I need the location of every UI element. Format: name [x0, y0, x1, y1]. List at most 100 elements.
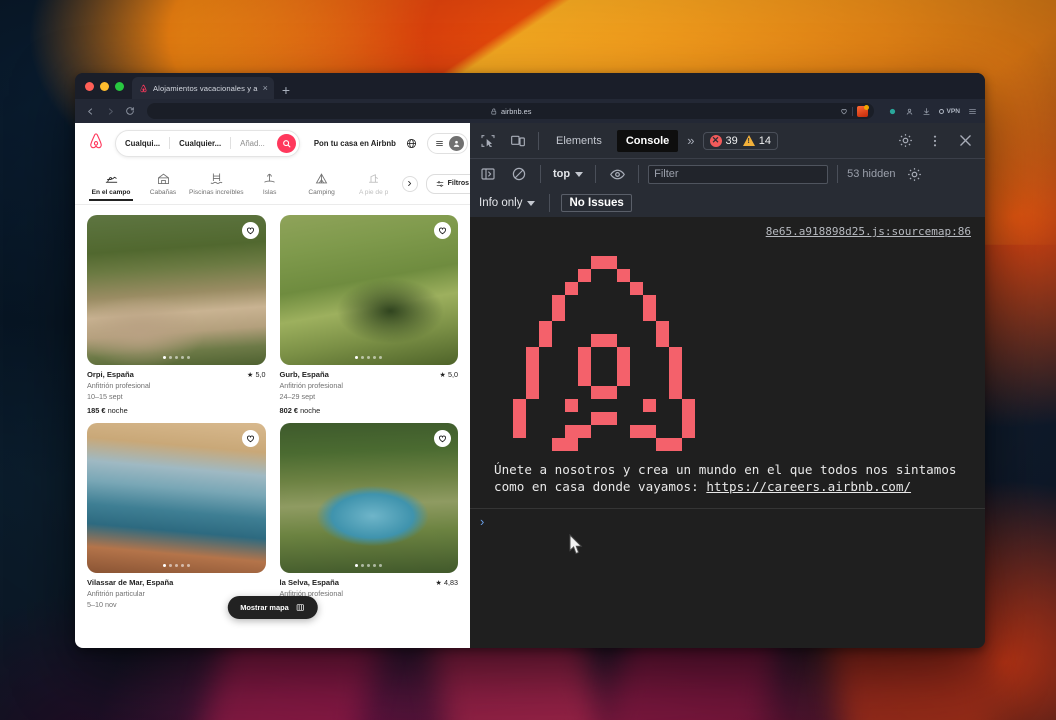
live-expression-icon[interactable] — [605, 162, 629, 186]
listing-photo[interactable] — [87, 215, 266, 365]
favorite-heart-icon[interactable] — [241, 222, 259, 239]
new-tab-button[interactable]: + — [274, 83, 298, 99]
ascii-cell — [682, 425, 695, 438]
listing-card[interactable]: Gurb, España ★ 5,0 Anfitrión profesional… — [279, 215, 459, 415]
ascii-cell — [630, 399, 643, 412]
hamburger-menu-icon — [435, 139, 444, 148]
reload-icon[interactable] — [123, 104, 137, 118]
chevron-down-icon — [527, 200, 536, 206]
close-tab-button[interactable]: × — [263, 83, 268, 93]
back-arrow-icon[interactable] — [83, 104, 97, 118]
category-en-el-campo[interactable]: En el campo — [85, 168, 137, 201]
hamburger-menu-icon[interactable] — [968, 107, 977, 116]
listing-card[interactable]: Orpi, España ★ 5,0 Anfitrión profesional… — [87, 215, 266, 415]
ascii-cell — [591, 243, 604, 256]
favorite-heart-icon[interactable] — [434, 222, 451, 239]
device-toolbar-icon[interactable] — [506, 129, 530, 153]
ascii-cell — [565, 295, 578, 308]
console-filter-box[interactable] — [648, 164, 829, 184]
ascii-cell — [513, 412, 526, 425]
search-who-field[interactable]: Añad... — [231, 139, 274, 148]
ascii-cell — [630, 360, 643, 373]
no-issues-button[interactable]: No Issues — [561, 194, 632, 212]
close-icon[interactable] — [953, 129, 977, 153]
favorite-heart-icon[interactable] — [434, 430, 451, 447]
show-map-button[interactable]: Mostrar mapa — [227, 596, 318, 619]
download-icon[interactable] — [922, 107, 931, 116]
ascii-cell — [617, 399, 630, 412]
sync-icon[interactable] — [888, 107, 897, 116]
close-window-button[interactable] — [85, 81, 94, 91]
careers-link[interactable]: https://careers.airbnb.com/ — [706, 479, 911, 494]
more-tabs-icon[interactable]: » — [684, 133, 696, 148]
ascii-cell — [643, 438, 656, 451]
vpn-indicator[interactable]: VPN — [939, 108, 960, 115]
ascii-cell — [552, 373, 565, 386]
category-label: Camping — [308, 188, 335, 196]
ascii-cell — [591, 308, 604, 321]
issue-counters[interactable]: ✕ 39 14 — [702, 131, 778, 150]
ascii-cell — [591, 256, 604, 269]
error-counter[interactable]: ✕ 39 — [709, 134, 738, 147]
ascii-cell — [604, 360, 617, 373]
listing-photo[interactable] — [87, 423, 266, 573]
globe-icon[interactable] — [406, 138, 417, 149]
minimize-window-button[interactable] — [100, 81, 109, 91]
tab-console[interactable]: Console — [616, 129, 679, 152]
bookmark-icon[interactable] — [840, 107, 848, 115]
ascii-cell — [591, 282, 604, 295]
ascii-cell — [578, 399, 591, 412]
category-cabanas[interactable]: Cabañas — [137, 168, 189, 200]
ascii-cell — [526, 399, 539, 412]
category-piscinas-increibles[interactable]: Piscinas increíbles — [189, 168, 244, 200]
log-level-selector[interactable]: Info only — [476, 197, 538, 209]
maximize-window-button[interactable] — [115, 81, 124, 91]
category-camping[interactable]: Camping — [296, 168, 348, 200]
search-when-field[interactable]: Cualquier... — [170, 139, 230, 148]
account-menu-button[interactable] — [426, 132, 468, 154]
tab-elements[interactable]: Elements — [547, 130, 611, 152]
category-label: En el campo — [91, 188, 131, 196]
brave-shields-icon[interactable] — [857, 104, 870, 117]
console-prompt[interactable]: › — [470, 509, 985, 534]
ascii-row — [500, 269, 695, 282]
ascii-cell — [630, 386, 643, 399]
photo-pagination-dots — [87, 564, 266, 567]
airbnb-search-bar[interactable]: Cualqui... Cualquier... Añad... — [115, 129, 300, 157]
favorite-heart-icon[interactable] — [241, 430, 259, 447]
chevron-right-icon[interactable] — [401, 175, 418, 192]
clear-console-icon[interactable] — [507, 162, 531, 186]
listing-photo[interactable] — [279, 423, 458, 573]
inspect-element-icon[interactable] — [476, 129, 500, 153]
category-a-pie-de-playa[interactable]: A pie de p — [348, 168, 400, 200]
gear-icon[interactable] — [902, 162, 926, 186]
search-where-field[interactable]: Cualqui... — [116, 139, 169, 148]
warning-counter[interactable]: 14 — [742, 135, 771, 147]
listing-photo[interactable] — [279, 215, 458, 365]
search-icon[interactable] — [276, 133, 296, 153]
console-sidebar-icon[interactable] — [476, 162, 500, 186]
profile-icon[interactable] — [905, 107, 914, 116]
console-source-link[interactable]: 8e65.a918898d25.js:sourcemap:86 — [766, 225, 971, 238]
more-options-icon[interactable] — [923, 129, 947, 153]
console-filter-input[interactable] — [654, 168, 823, 180]
listing-card[interactable]: la Selva, España ★ 4,83 Anfitrión profes… — [279, 423, 458, 609]
host-cta-link[interactable]: Pon tu casa en Airbnb — [314, 139, 396, 148]
ascii-cell — [565, 386, 578, 399]
listing-card[interactable]: Vilassar de Mar, España Anfitrión partic… — [87, 423, 266, 609]
ascii-cell — [578, 295, 591, 308]
ascii-cell — [604, 347, 617, 360]
execution-context-selector[interactable]: top — [550, 168, 586, 180]
ascii-cell — [669, 269, 682, 282]
ascii-cell — [617, 243, 630, 256]
airbnb-bel-logo[interactable] — [87, 132, 105, 155]
listing-meta: Gurb, España ★ 5,0 Anfitrión profesional… — [280, 365, 459, 415]
console-output[interactable]: 8e65.a918898d25.js:sourcemap:86 Únete a … — [470, 217, 985, 648]
browser-tab[interactable]: Alojamientos vacacionales y a × — [132, 77, 274, 99]
address-bar[interactable]: airbnb.es — [147, 103, 875, 119]
gear-icon[interactable] — [893, 129, 917, 153]
filters-button[interactable]: Filtros — [425, 173, 470, 194]
category-islas[interactable]: Islas — [244, 168, 296, 200]
forward-arrow-icon[interactable] — [103, 104, 117, 118]
ascii-cell — [591, 334, 604, 347]
